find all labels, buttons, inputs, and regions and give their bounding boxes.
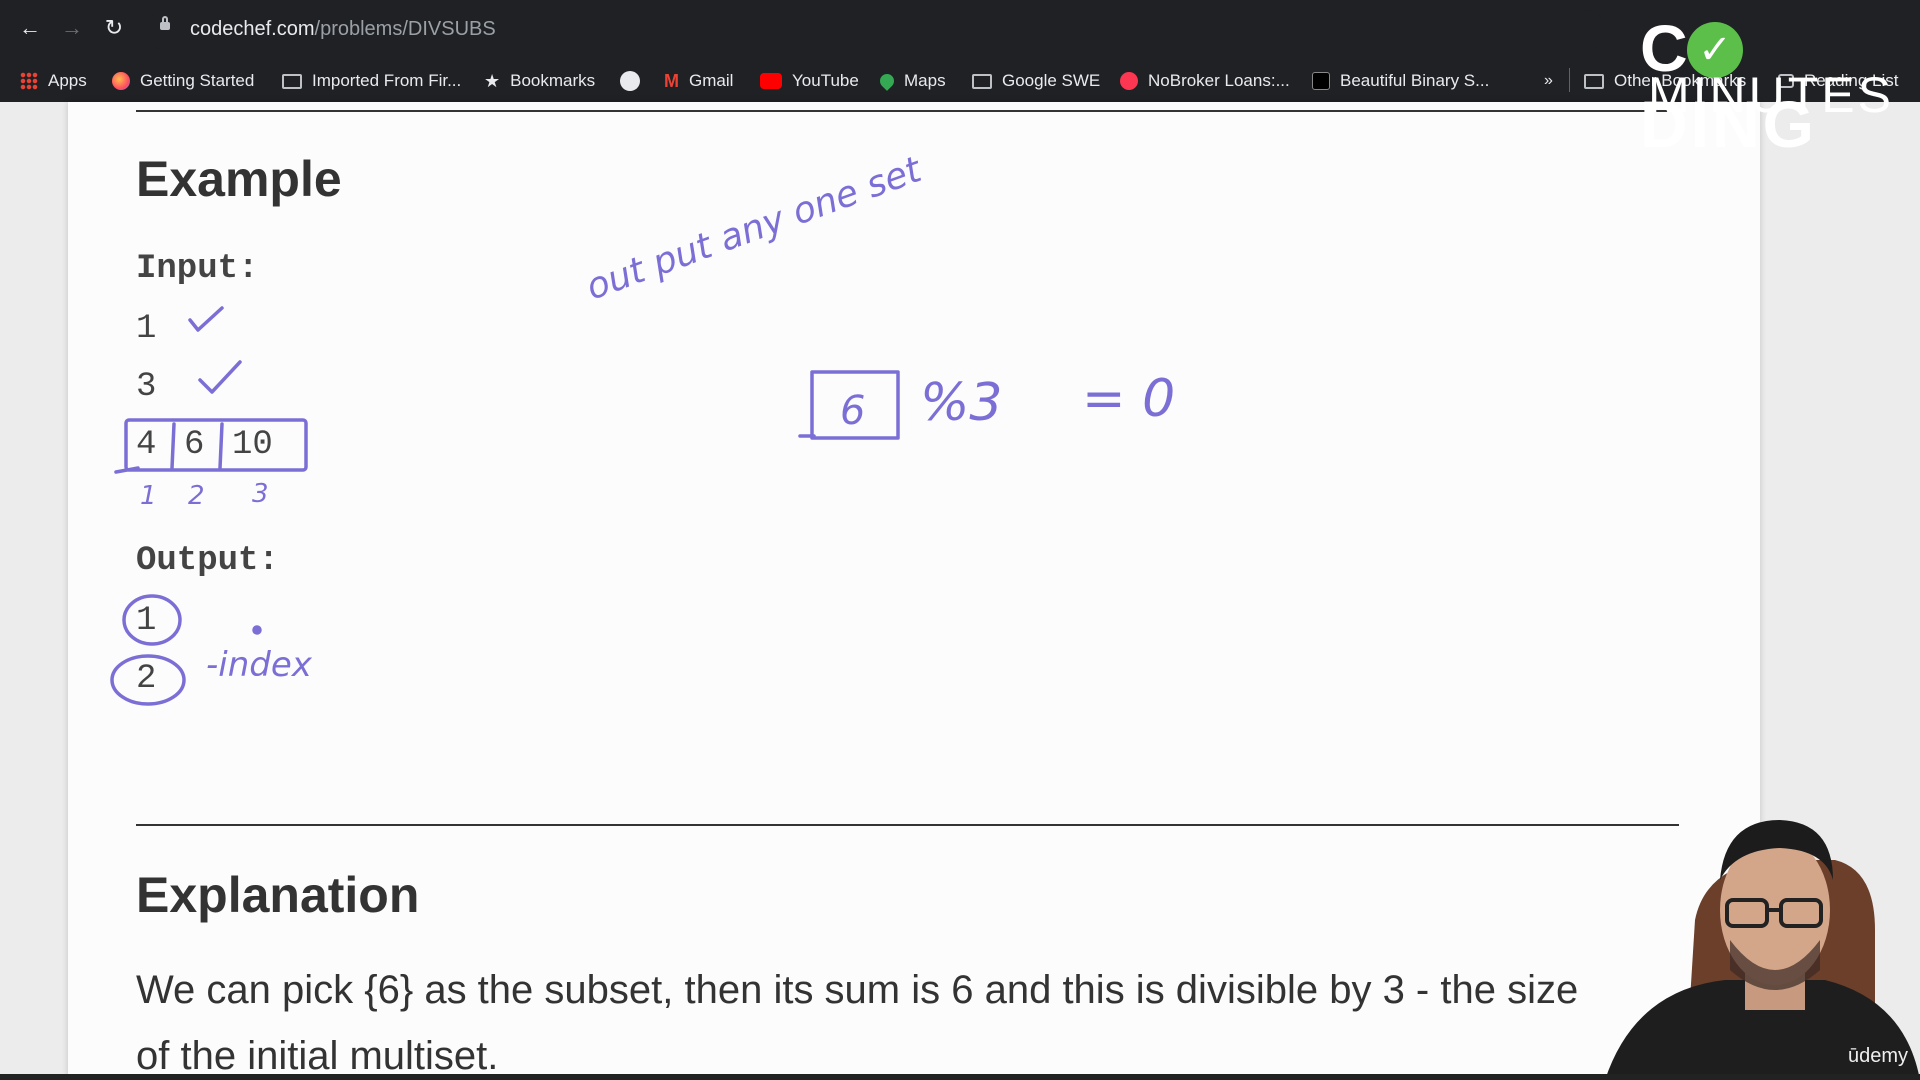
index-note: -index xyxy=(206,645,313,685)
bottom-edge xyxy=(0,1074,1920,1080)
index-label-1: 1 xyxy=(140,481,157,511)
udemy-watermark: ūdemy xyxy=(1847,1045,1908,1067)
array-dividers xyxy=(170,422,224,470)
presenter-video xyxy=(1605,820,1920,1080)
index-label-3: 3 xyxy=(252,479,269,509)
index-label-2: 2 xyxy=(188,481,205,511)
circle-output-2 xyxy=(110,654,186,706)
calc-modulo: %3 xyxy=(920,373,1003,433)
calc-box-value: 6 xyxy=(840,388,865,434)
logo-line-2: MINUTES xyxy=(1648,67,1894,123)
checkmark-input-2 xyxy=(198,360,242,394)
calc-result: = 0 xyxy=(1082,369,1175,429)
dot-mark xyxy=(252,625,262,635)
coding-minutes-logo: CDING ✓ MINUTES xyxy=(1640,10,1920,161)
checkmark-input-1 xyxy=(188,306,224,332)
output-note: out put any one set xyxy=(581,149,928,309)
webcam-overlay: ūdemy xyxy=(1575,760,1920,1080)
array-box xyxy=(124,418,308,472)
circle-output-1 xyxy=(122,594,182,646)
